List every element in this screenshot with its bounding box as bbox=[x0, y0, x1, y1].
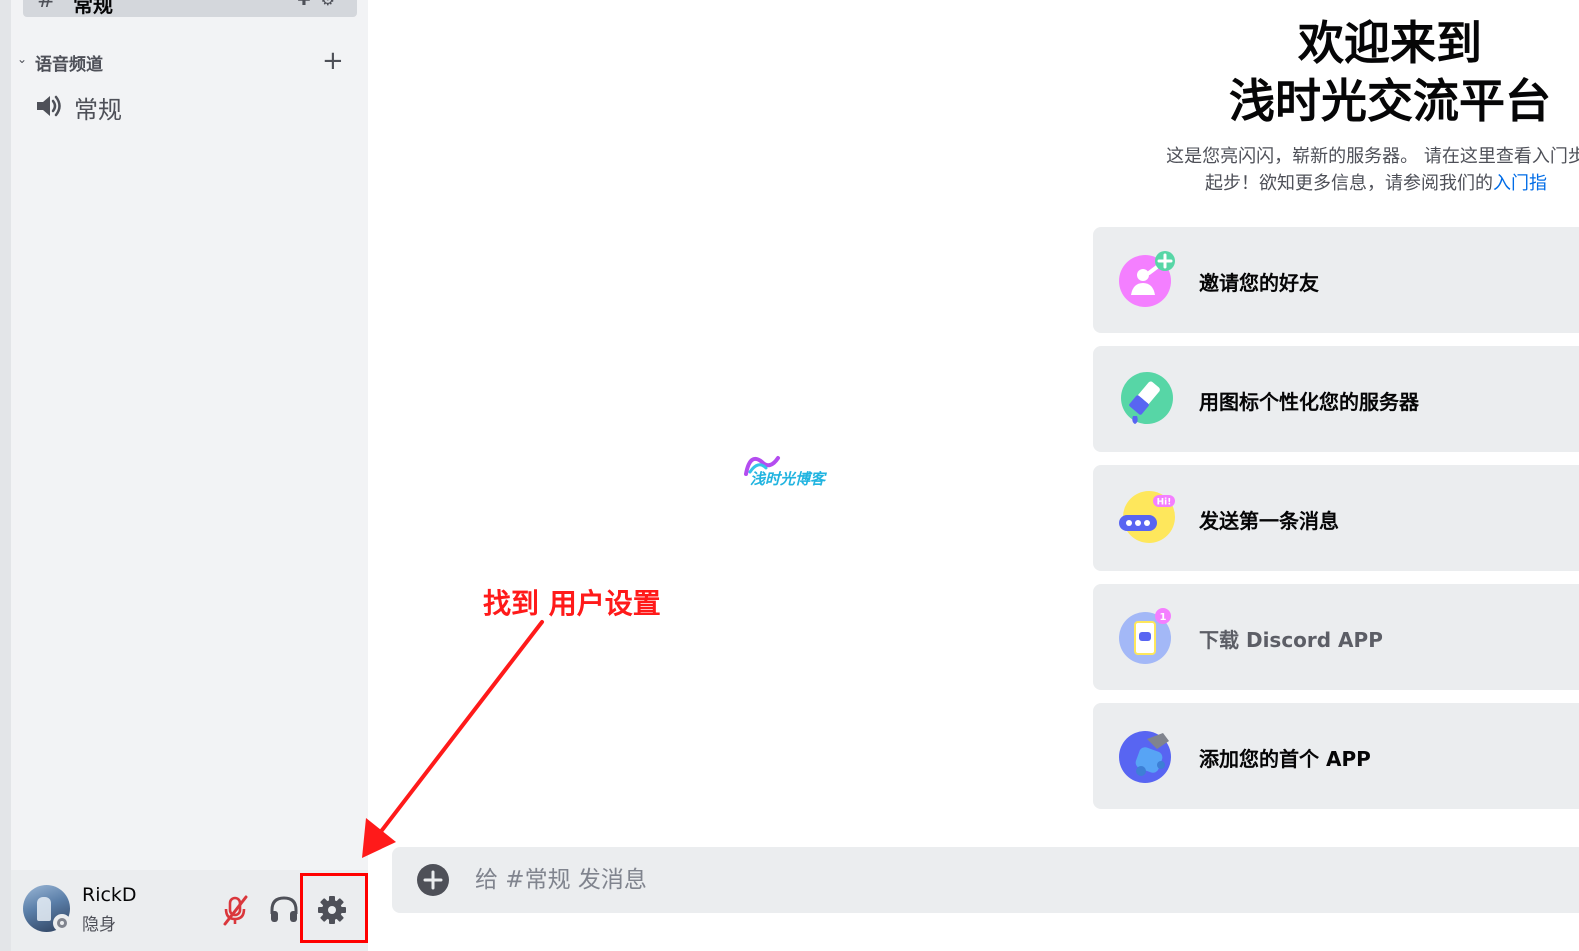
message-input[interactable] bbox=[475, 847, 1575, 913]
chevron-down-icon: ⌄ bbox=[17, 52, 28, 66]
channel-name: 常规 bbox=[73, 0, 113, 17]
app-wrench-icon bbox=[1119, 727, 1175, 783]
mute-microphone-icon bbox=[223, 895, 248, 926]
status-invisible-icon bbox=[53, 914, 71, 932]
gear-icon[interactable]: ⚙ bbox=[321, 0, 345, 9]
action-customize-icon[interactable]: 用图标个性化您的服务器 bbox=[1093, 346, 1579, 452]
settings-highlight-box bbox=[300, 873, 368, 943]
action-label: 下载 Discord APP bbox=[1199, 628, 1383, 652]
invite-icon[interactable]: ✚ bbox=[297, 0, 320, 9]
channel-sidebar: # 常规 ✚⚙ ⌄ 语音频道 + 常规 bbox=[11, 0, 368, 951]
username[interactable]: RickD bbox=[82, 884, 137, 906]
category-label: 语音频道 bbox=[35, 55, 103, 75]
welcome-desc-line1: 这是您亮闪闪，崭新的服务器。 请在这里查看入门步 bbox=[1166, 146, 1579, 167]
voice-channel-name: 常规 bbox=[74, 96, 122, 124]
voice-channel-item[interactable]: 常规 bbox=[25, 86, 355, 124]
speaker-icon bbox=[35, 93, 63, 123]
welcome-title-line1: 欢迎来到 bbox=[1298, 16, 1482, 70]
getting-started-link[interactable]: 入门指 bbox=[1493, 173, 1547, 194]
mute-microphone-button[interactable] bbox=[217, 892, 253, 928]
welcome-title: 欢迎来到 浅时光交流平台 bbox=[1100, 14, 1579, 130]
upload-plus-button[interactable] bbox=[416, 863, 450, 897]
headset-icon bbox=[270, 896, 298, 922]
action-label: 邀请您的好友 bbox=[1199, 271, 1319, 295]
plus-circle-icon bbox=[417, 864, 449, 896]
server-list-strip bbox=[0, 0, 11, 951]
action-add-first-app[interactable]: 添加您的首个 APP bbox=[1093, 703, 1579, 809]
action-label: 用图标个性化您的服务器 bbox=[1199, 390, 1419, 414]
watermark-text: 浅时光博客 bbox=[750, 470, 826, 488]
user-status: 隐身 bbox=[82, 915, 116, 935]
message-composer bbox=[392, 847, 1579, 913]
invite-friends-icon bbox=[1119, 251, 1175, 307]
channel-actions[interactable]: ✚⚙ bbox=[297, 0, 345, 9]
phone-download-icon: 1 bbox=[1119, 608, 1175, 664]
svg-text:Hi!: Hi! bbox=[1157, 498, 1172, 508]
welcome-description: 这是您亮闪闪，崭新的服务器。 请在这里查看入门步 起步！欲知更多信息，请参阅我们… bbox=[1096, 143, 1579, 197]
action-label: 发送第一条消息 bbox=[1199, 509, 1339, 533]
action-invite-friends[interactable]: 邀请您的好友 bbox=[1093, 227, 1579, 333]
chat-bubble-icon: Hi! bbox=[1119, 489, 1175, 545]
svg-text:1: 1 bbox=[1160, 612, 1167, 623]
headset-button[interactable] bbox=[266, 892, 302, 928]
welcome-desc-line2: 起步！欲知更多信息，请参阅我们的入门指 bbox=[1096, 170, 1579, 197]
welcome-title-line2: 浅时光交流平台 bbox=[1229, 74, 1551, 128]
hash-icon: # bbox=[37, 0, 56, 13]
action-download-app[interactable]: 1 下载 Discord APP bbox=[1093, 584, 1579, 690]
add-channel-plus-icon[interactable]: + bbox=[322, 46, 344, 76]
action-label: 添加您的首个 APP bbox=[1199, 747, 1371, 771]
voice-category-header[interactable]: ⌄ 语音频道 + bbox=[17, 46, 347, 76]
annotation-callout: 找到 用户设置 bbox=[483, 587, 661, 620]
action-send-first-message[interactable]: Hi! 发送第一条消息 bbox=[1093, 465, 1579, 571]
paintbrush-icon bbox=[1119, 370, 1175, 426]
watermark-logo: 浅时光博客 bbox=[740, 448, 832, 496]
channel-item-selected[interactable]: # 常规 ✚⚙ bbox=[23, 0, 357, 17]
welcome-desc-prefix: 起步！欲知更多信息，请参阅我们的 bbox=[1205, 173, 1493, 194]
